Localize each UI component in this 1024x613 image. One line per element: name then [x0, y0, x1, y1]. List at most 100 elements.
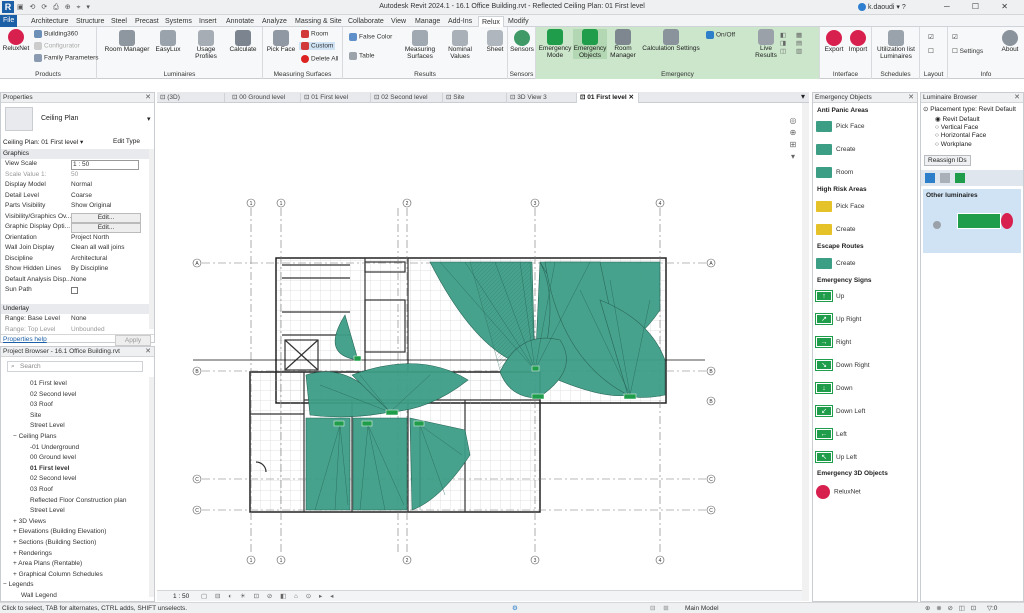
tab-analyze[interactable]: Analyze [259, 16, 290, 27]
tab-structure[interactable]: Structure [73, 16, 107, 27]
layout-checkbox-2[interactable]: ☐ [928, 47, 934, 55]
live-results-button[interactable]: Live Results [754, 29, 778, 59]
escape-route-create[interactable]: Create [816, 258, 856, 270]
visibility-edit-button[interactable]: Edit... [71, 212, 141, 223]
tab-precast[interactable]: Precast [132, 16, 162, 27]
prop-row[interactable]: Range: Base Level None [1, 314, 149, 325]
tree-item[interactable]: 03 Roof [30, 485, 53, 495]
tab-modify[interactable]: Modify [505, 16, 532, 27]
tree-item[interactable]: Site [30, 411, 41, 421]
view-control-icons[interactable]: ▢ ⊟ ◐ ☀ ⊡ ⊘ ◧ ⌂ ⊙ ▸ ◂ [201, 591, 336, 602]
reassign-ids-button[interactable]: Reassign IDs [924, 155, 971, 166]
properties-scrollbar[interactable] [149, 149, 154, 329]
room-surface-button[interactable]: Room [301, 30, 328, 38]
emergency-mode-button[interactable]: Emergency Mode [538, 29, 572, 59]
placement-type-header[interactable]: ⊙ Placement type: Revit Default [923, 105, 1016, 113]
sign-up[interactable]: ↑ Up [815, 290, 844, 303]
apply-button[interactable]: Apply [115, 335, 151, 346]
tab-file[interactable]: File [0, 15, 18, 27]
tab-massing-site[interactable]: Massing & Site [292, 16, 345, 27]
graphics-section[interactable]: Graphics [1, 149, 149, 159]
selection-filter-icons[interactable]: ⊕ ⊗ ⊘ ◫ ⊡ [925, 603, 978, 613]
tree-item[interactable]: 02 Second level [30, 390, 76, 400]
utilization-list-button[interactable]: Utilization list Luminaires [874, 30, 918, 60]
option-workplane[interactable]: ○ Workplane [935, 141, 986, 149]
sensors-button[interactable]: Sensors [509, 30, 535, 53]
table-button[interactable]: Table [349, 52, 375, 60]
anti-panic-room[interactable]: Room [816, 167, 853, 179]
family-parameters-button[interactable]: Family Parameters [34, 54, 99, 62]
filter-icon[interactable]: ▽:0 [987, 603, 997, 613]
tab-systems[interactable]: Systems [162, 16, 195, 27]
close-icon[interactable]: ✕ [1014, 93, 1020, 103]
tab-steel[interactable]: Steel [108, 16, 130, 27]
graphic-display-edit-button[interactable]: Edit... [71, 223, 141, 233]
nominal-values-button[interactable]: Nominal Values [439, 30, 481, 60]
view-tab[interactable]: ⊡ Site [443, 93, 507, 103]
on-off-toggle[interactable]: On/Off [706, 31, 735, 39]
type-selector[interactable]: Ceiling Plan [41, 115, 78, 122]
emergency-small-tools[interactable]: ◧ ▦ ◨ ▤ ◫ ▥ [780, 31, 806, 55]
settings-button[interactable]: ☐ Settings [952, 47, 983, 55]
sheet-button[interactable]: Sheet [483, 30, 507, 53]
drawing-canvas[interactable]: 1 1 2 3 4 1 1 2 3 4 A B C C A B B C C ◎ ⊕… [157, 103, 802, 590]
relux-net-button[interactable]: ReluxNet [2, 29, 30, 52]
tab-menu-icon[interactable]: ▾ [801, 92, 805, 101]
view-scale-label[interactable]: 1 : 50 [173, 591, 189, 602]
chevron-down-icon[interactable]: ▾ [147, 115, 151, 123]
exit-sign-icon[interactable] [955, 173, 965, 183]
tab-architecture[interactable]: Architecture [28, 16, 71, 27]
view-tab[interactable]: ⊡ 01 First level [301, 93, 371, 103]
room-manager-button[interactable]: Room Manager [102, 30, 152, 53]
view-scale-input[interactable]: 1 : 50 [71, 160, 139, 170]
close-icon[interactable]: ✕ [145, 347, 151, 357]
tab-view[interactable]: View [388, 16, 409, 27]
underlay-section[interactable]: Underlay [1, 304, 149, 314]
tree-item[interactable]: 02 Second level [30, 474, 76, 484]
view-tab-active[interactable]: ⊡ 01 First level ✕ [577, 93, 639, 103]
close-icon[interactable]: ✕ [145, 93, 151, 103]
calculate-button[interactable]: Calculate [227, 30, 259, 53]
tree-item[interactable]: -01 Underground [30, 443, 79, 453]
other-luminaires-group[interactable]: Other luminaires [923, 189, 1021, 253]
tree-item[interactable]: Wall Legend [21, 591, 57, 601]
user-account[interactable]: k.daoudi ▾ ? [858, 3, 906, 12]
tree-item[interactable]: + Sections (Building Section) [13, 538, 96, 548]
tree-item[interactable]: 01 First level [30, 379, 67, 389]
navigation-bar[interactable]: ◎ ⊕ ⊞ ▾ [787, 115, 799, 165]
tree-item[interactable]: + Renderings [13, 549, 52, 559]
usage-profiles-button[interactable]: Usage Profiles [185, 30, 227, 60]
tab-relux[interactable]: Relux [478, 16, 504, 27]
design-options-icons[interactable]: ⊟ ⊞ [650, 603, 672, 613]
option-vertical-face[interactable]: ○ Vertical Face [935, 124, 986, 132]
emergency-objects-button[interactable]: Emergency Objects [573, 29, 607, 59]
view-tab[interactable]: ⊡ 02 Second level [371, 93, 443, 103]
sign-left[interactable]: ← Left [815, 428, 847, 441]
tab-insert[interactable]: Insert [196, 16, 220, 27]
option-revit-default[interactable]: ◉ Revit Default [935, 116, 986, 124]
tree-item[interactable]: 03 Roof [30, 400, 53, 410]
sign-down-left[interactable]: ↙ Down Left [815, 405, 865, 418]
tree-item[interactable]: Reflected Floor Construction plan [30, 496, 126, 506]
tree-item[interactable]: 00 Ground level [30, 453, 76, 463]
close-icon[interactable]: ✕ [908, 93, 914, 103]
tree-item[interactable]: − Legends [3, 580, 34, 590]
about-button[interactable]: About [998, 30, 1022, 53]
measuring-surfaces-button[interactable]: Measuring Surfaces [401, 30, 439, 60]
browser-scrollbar[interactable] [149, 377, 154, 597]
pick-face-button[interactable]: Pick Face [265, 30, 297, 53]
sign-down-right[interactable]: ↘ Down Right [815, 359, 870, 372]
tab-add-ins[interactable]: Add-Ins [445, 16, 475, 27]
tree-item[interactable]: + Graphical Column Schedules [13, 570, 103, 580]
building360-button[interactable]: Building360 [34, 30, 78, 38]
relux-net-object[interactable]: ReluxNet [816, 485, 861, 499]
high-risk-create[interactable]: Create [816, 224, 856, 236]
luminaire-view-icon[interactable] [925, 173, 935, 183]
configurator-button[interactable]: Configurator [34, 42, 80, 50]
main-model-label[interactable]: Main Model [685, 603, 719, 613]
sun-path-checkbox[interactable] [71, 287, 78, 294]
browser-search-input[interactable]: ⌕ Search [7, 361, 143, 372]
option-horizontal-face[interactable]: ○ Horizontal Face [935, 132, 986, 140]
worksets-icon[interactable]: ⚙ [512, 603, 518, 613]
floor-plan[interactable]: 1 1 2 3 4 1 1 2 3 4 A B C C A B B C C [157, 103, 802, 590]
